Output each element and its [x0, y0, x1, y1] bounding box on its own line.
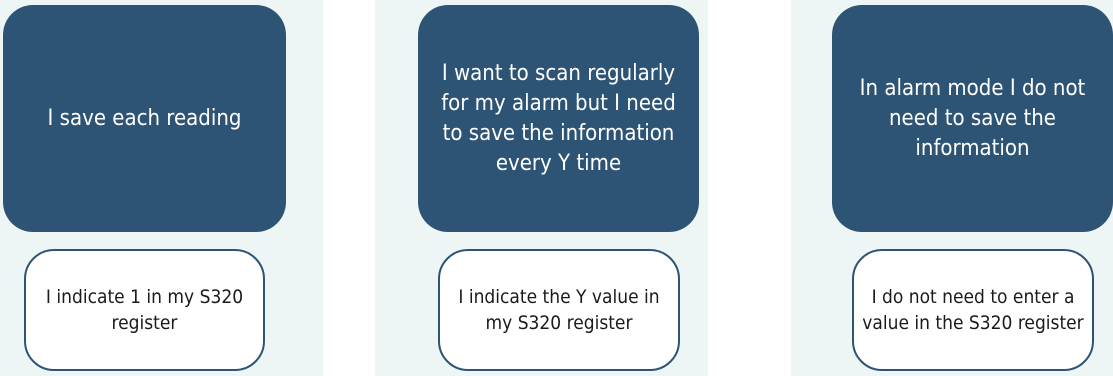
situation-box-3: In alarm mode I do not need to save the … [832, 5, 1113, 232]
situation-text-3: In alarm mode I do not need to save the … [859, 75, 1086, 161]
action-box-3: I do not need to enter a value in the S3… [852, 249, 1094, 371]
situation-box-1: I save each reading [3, 5, 286, 232]
action-box-2: I indicate the Y value in my S320 regist… [438, 249, 680, 371]
situation-text-2: I want to scan regularly for my alarm bu… [441, 60, 676, 176]
situation-text-1: I save each reading [47, 105, 242, 131]
action-text-3: I do not need to enter a value in the S3… [862, 286, 1084, 334]
situation-box-2: I want to scan regularly for my alarm bu… [418, 5, 699, 232]
action-box-1: I indicate 1 in my S320 register [24, 249, 265, 371]
action-text-2: I indicate the Y value in my S320 regist… [458, 286, 660, 334]
action-text-1: I indicate 1 in my S320 register [45, 286, 244, 334]
